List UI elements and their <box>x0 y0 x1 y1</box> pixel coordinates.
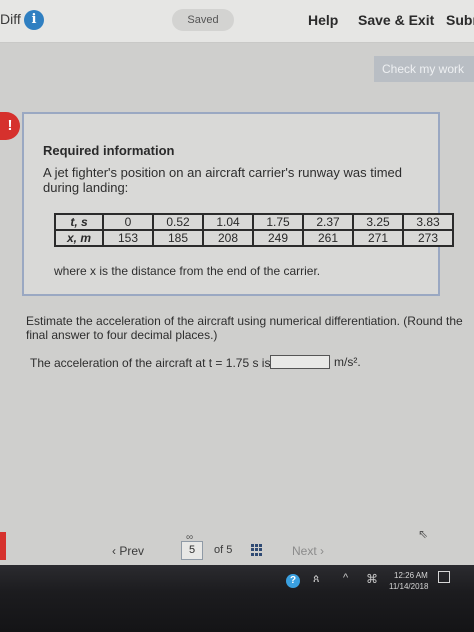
submit-button[interactable]: Subm <box>446 12 474 28</box>
table-header-position: x, m <box>56 231 102 245</box>
info-icon[interactable]: i <box>24 10 44 30</box>
page-number-box[interactable]: 5 <box>181 541 203 560</box>
flag-marker <box>0 532 6 560</box>
prev-button[interactable]: ‹ Prev <box>112 544 144 558</box>
clock-date[interactable]: 11/14/2018 <box>389 582 428 591</box>
unit-label: m/s². <box>334 355 361 369</box>
data-table: t, s 0 0.52 1.04 1.75 2.37 3.25 3.83 x, … <box>54 213 454 247</box>
table-cell: 153 <box>104 231 152 245</box>
table-header-time: t, s <box>56 215 102 229</box>
table-cell: 1.75 <box>254 215 302 229</box>
table-row: x, m 153 185 208 249 261 271 273 <box>56 231 452 245</box>
table-row: t, s 0 0.52 1.04 1.75 2.37 3.25 3.83 <box>56 215 452 229</box>
problem-description: A jet fighter's position on an aircraft … <box>43 165 403 195</box>
network-icon[interactable]: ⌘ <box>366 572 378 586</box>
table-cell: 273 <box>404 231 452 245</box>
table-cell: 3.25 <box>354 215 402 229</box>
table-cell: 271 <box>354 231 402 245</box>
table-cell: 208 <box>204 231 252 245</box>
question-prompt: The acceleration of the aircraft at t = … <box>30 356 271 370</box>
table-cell: 0.52 <box>154 215 202 229</box>
people-icon[interactable]: ጰ <box>313 573 320 586</box>
notification-icon[interactable] <box>438 571 450 583</box>
variable-note: where x is the distance from the end of … <box>54 264 321 278</box>
difficulty-label: Diff <box>0 11 21 27</box>
page-count-label: of 5 <box>214 544 233 556</box>
help-button[interactable]: Help <box>308 12 338 28</box>
table-cell: 3.83 <box>404 215 452 229</box>
answer-input[interactable] <box>270 355 330 369</box>
table-cell: 185 <box>154 231 202 245</box>
grid-icon[interactable] <box>251 544 263 556</box>
clock-time[interactable]: 12:26 AM <box>394 571 428 580</box>
table-cell: 261 <box>304 231 352 245</box>
help-icon[interactable]: ? <box>286 574 300 588</box>
top-bar: Diff i Saved Help Save & Exit Subm <box>0 0 474 43</box>
table-cell: 0 <box>104 215 152 229</box>
save-exit-button[interactable]: Save & Exit <box>358 12 434 28</box>
table-cell: 249 <box>254 231 302 245</box>
required-info-title: Required information <box>43 143 175 158</box>
table-cell: 1.04 <box>204 215 252 229</box>
question-instruction: Estimate the acceleration of the aircraf… <box>26 314 463 342</box>
next-button[interactable]: Next › <box>292 544 324 558</box>
alert-icon: ! <box>0 112 20 140</box>
chevron-up-icon[interactable]: ^ <box>343 572 348 584</box>
saved-status-badge: Saved <box>172 9 234 31</box>
check-my-work-button[interactable]: Check my work <box>374 56 474 82</box>
table-cell: 2.37 <box>304 215 352 229</box>
mouse-cursor-icon: ⇖ <box>418 527 429 541</box>
